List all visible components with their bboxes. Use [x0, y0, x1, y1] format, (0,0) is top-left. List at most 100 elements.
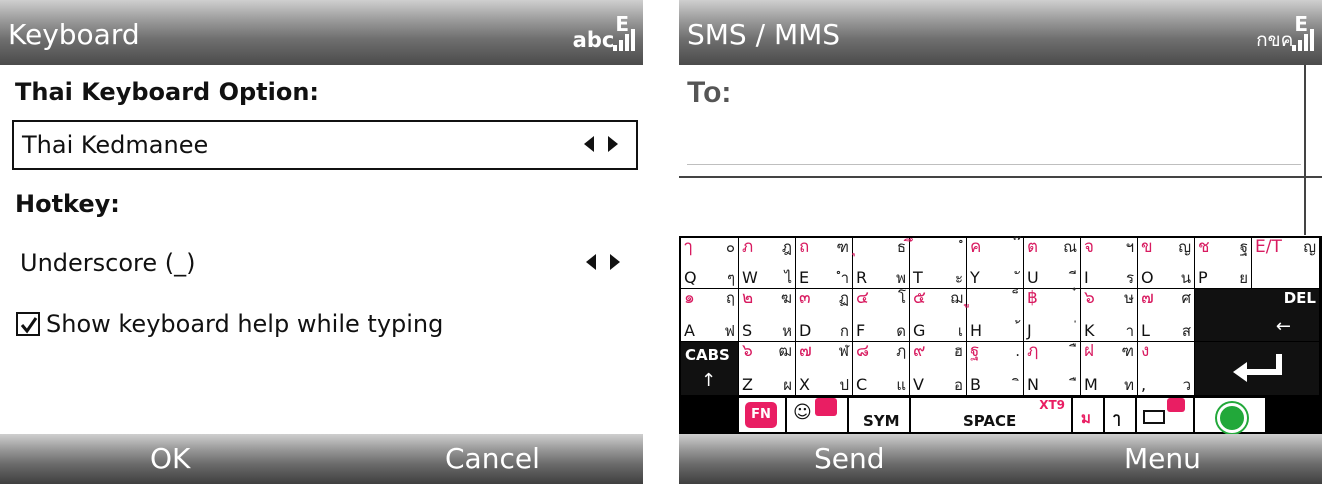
thai-key-1[interactable]: ม [1073, 398, 1103, 432]
key-latin: A [684, 321, 695, 340]
key-thai: เ [957, 322, 963, 340]
delete-key[interactable]: DEL ← [1195, 289, 1320, 342]
key-latin: P [1198, 268, 1208, 287]
key-thai-alt: ฦ [896, 342, 906, 360]
key-u[interactable]: ต ณ U ี [1024, 238, 1081, 289]
input-mode-indicator: กขค [1256, 29, 1294, 51]
key-p[interactable]: ช ฐ P ย [1195, 238, 1252, 289]
key-h[interactable]: ู ็ H ้ [967, 289, 1024, 342]
key-v[interactable]: ๙ ฮ V อ [910, 342, 967, 396]
menu-softkey[interactable]: Menu [1124, 442, 1201, 475]
key-s[interactable]: ๒ ฆ S ห [739, 289, 796, 342]
arrow-left-icon[interactable] [584, 136, 594, 152]
key-thai-shift: ง [1141, 341, 1150, 361]
message-key[interactable] [1137, 398, 1193, 432]
key-thai-alt: ฤ [725, 289, 735, 307]
key-thai-shift: ๒ [742, 288, 754, 308]
backspace-arrow-icon: ← [1275, 316, 1291, 337]
key-thai-shift: ๅ [684, 237, 693, 257]
sms-compose-screen: SMS / MMS กขค E To: ๅ ๐ Q ๆ ภ ฎ W ไ ถ ฑ [679, 0, 1322, 484]
key-e[interactable]: ถ ฑ E ำ [796, 238, 853, 289]
option-arrows[interactable] [584, 136, 618, 152]
key-l[interactable]: ๗ ศ L ส [1138, 289, 1195, 342]
key-latin: V [913, 375, 924, 394]
cancel-softkey[interactable]: Cancel [445, 442, 540, 475]
key-thai-alt: ณ [1063, 238, 1077, 256]
hotkey-select[interactable]: Underscore (_) [12, 240, 638, 290]
space-key[interactable]: SPACE XT9 [911, 398, 1071, 432]
enter-key[interactable] [1195, 342, 1320, 396]
key-thai-alt: ฑ [1121, 342, 1134, 360]
key-latin: M [1084, 375, 1098, 394]
key-thai: พ [896, 269, 906, 287]
key-thai-alt: ๐ [725, 238, 735, 256]
key-a[interactable]: ๑ ฤ A ฟ [681, 289, 739, 342]
keyboard-help-option[interactable]: Show keyboard help while typing [16, 310, 443, 338]
key-w[interactable]: ภ ฎ W ไ [739, 238, 796, 289]
key-t[interactable]: ึ ํ T ะ [910, 238, 967, 289]
key-i[interactable]: จ ฯ I ร [1081, 238, 1138, 289]
key-thai-shift: ฿ [1027, 288, 1038, 308]
space-label: SPACE [963, 412, 1017, 430]
thai-keyboard-option-select[interactable]: Thai Kedmanee [12, 120, 638, 170]
key-thai-alt: ญ [1178, 238, 1191, 256]
key-thai-alt: ฐ [1239, 238, 1248, 256]
caps-key[interactable]: CABS ↑ [681, 342, 739, 396]
key-thai: ไ [784, 269, 792, 287]
key-thai-shift: ๔ [856, 288, 869, 308]
contacts-camera-key[interactable]: ☺ [787, 398, 847, 432]
key-thai-shift: ฦ [1027, 341, 1039, 361]
key-thai-shift: ช [1198, 237, 1210, 257]
key-n[interactable]: ฦ ื N ื [1024, 342, 1081, 396]
checkmark-icon [20, 317, 38, 334]
key-latin: J [1027, 321, 1032, 340]
key-b[interactable]: ฐ . B ิ [967, 342, 1024, 396]
ok-softkey[interactable]: OK [150, 442, 190, 475]
status-area: abc E [572, 12, 635, 52]
fn-key[interactable]: FN [739, 398, 785, 432]
key-g[interactable]: ๕ ฌ G เ [910, 289, 967, 342]
key-j[interactable]: ฿ ๋ J ่ [1024, 289, 1081, 342]
arrow-left-icon[interactable] [586, 254, 596, 270]
input-mode-indicator: abc [572, 28, 615, 52]
enter-arrow-icon [1233, 354, 1282, 382]
keyboard-help-checkbox[interactable] [16, 312, 40, 336]
key-language-toggle[interactable]: E/T ญ [1252, 238, 1320, 289]
key-thai: แ [896, 376, 906, 394]
key-z[interactable]: ๖ ฒ Z ผ [739, 342, 796, 396]
message-badge-icon [1167, 398, 1185, 412]
key-m[interactable]: ฝ ฑ M ท [1081, 342, 1138, 396]
key-r[interactable]: ุ ธ R พ [853, 238, 910, 289]
key-latin: Q [684, 268, 697, 287]
app-key[interactable] [1195, 398, 1265, 433]
send-softkey[interactable]: Send [814, 442, 885, 475]
camera-icon [815, 398, 837, 416]
key-q[interactable]: ๅ ๐ Q ๆ [681, 238, 739, 289]
thai-key-2[interactable]: ๅ [1105, 398, 1135, 432]
key-thai-shift: ๕ [913, 288, 926, 308]
to-field-underline[interactable] [687, 164, 1301, 165]
app-logo-icon [1217, 403, 1247, 433]
key-f[interactable]: ๔ โ F ด [853, 289, 910, 342]
keyboard-function-row: FN ☺ SYM SPACE XT9 ม ๅ [679, 396, 1322, 436]
vertical-scrollbar[interactable] [1304, 65, 1306, 235]
hotkey-arrows[interactable] [586, 254, 620, 270]
shift-arrow-icon: ↑ [701, 370, 717, 391]
language-toggle-label: E/T [1255, 237, 1282, 257]
key-thai-alt: . [1015, 342, 1020, 360]
key-c[interactable]: ๘ ฦ C แ [853, 342, 910, 396]
key-thai: ก [839, 322, 849, 340]
key-thai: า [1125, 322, 1134, 340]
key-y[interactable]: ค ๊ Y ั [967, 238, 1024, 289]
arrow-right-icon[interactable] [608, 136, 618, 152]
symbol-key[interactable]: SYM [849, 398, 909, 432]
key-d[interactable]: ๓ ฏ D ก [796, 289, 853, 342]
softkey-bar: Send Menu [679, 434, 1322, 484]
key-thai-shift: จ [1084, 237, 1094, 257]
key-x[interactable]: ๗ ฬ X ป [796, 342, 853, 396]
key-k[interactable]: ๖ ษ K า [1081, 289, 1138, 342]
key-comma[interactable]: ง , ว [1138, 342, 1195, 396]
key-o[interactable]: ข ญ O น [1138, 238, 1195, 289]
key-thai: ำ [840, 269, 849, 287]
arrow-right-icon[interactable] [610, 254, 620, 270]
